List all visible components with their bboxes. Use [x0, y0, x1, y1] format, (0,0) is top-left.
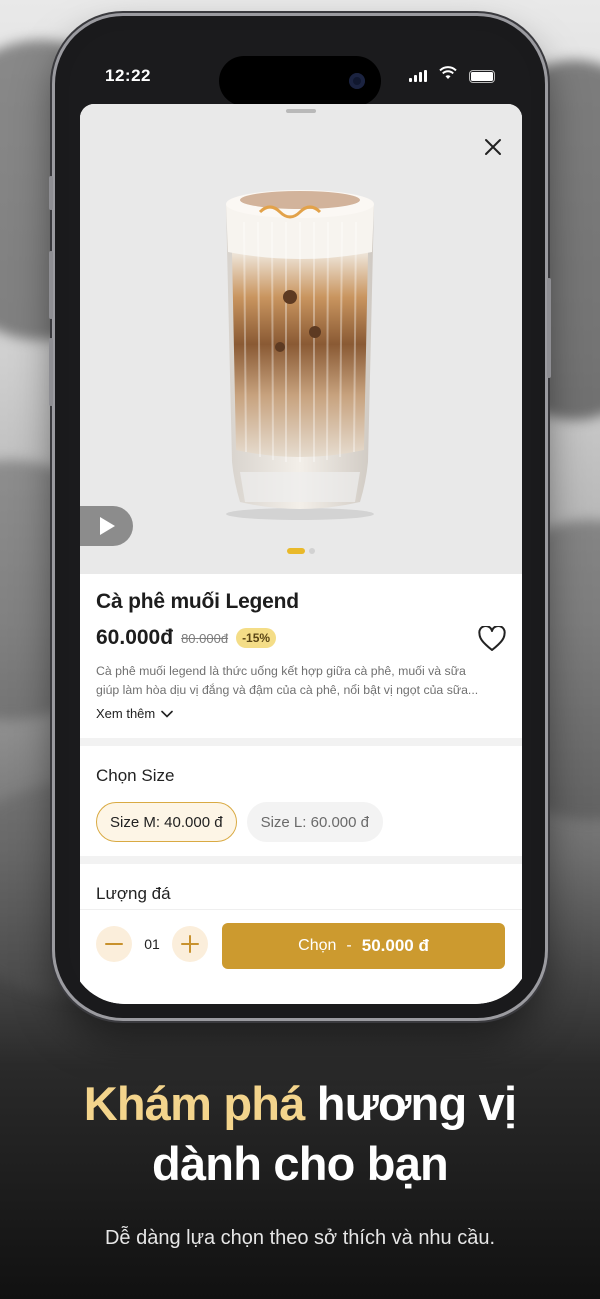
- headline-highlight: Khám phá: [83, 1077, 306, 1130]
- decrease-button[interactable]: [96, 926, 132, 962]
- play-video-button[interactable]: [80, 506, 133, 546]
- product-description: Cà phê muối legend là thức uống kết hợp …: [96, 662, 506, 700]
- marketing-subtitle: Dễ dàng lựa chọn theo sở thích và nhu cầ…: [104, 1227, 496, 1249]
- increase-button[interactable]: [172, 926, 208, 962]
- image-pagination: [80, 548, 522, 554]
- size-options: Size M: 40.000 đ Size L: 60.000 đ: [96, 802, 383, 842]
- description-line: Cà phê muối legend là thức uống kết hợp …: [96, 664, 466, 678]
- product-price: 60.000đ: [96, 626, 174, 649]
- sheet-grabber[interactable]: [286, 109, 316, 113]
- plus-icon: [181, 935, 199, 953]
- heart-icon[interactable]: [478, 626, 506, 652]
- size-section-title: Chọn Size: [96, 766, 175, 785]
- discount-badge: -15%: [236, 628, 277, 648]
- dynamic-island: [219, 56, 381, 106]
- product-sheet: Cà phê muối Legend 60.000đ 80.000đ -15% …: [80, 104, 522, 1004]
- see-more-link[interactable]: Xem thêm: [96, 706, 174, 721]
- product-image: [226, 190, 374, 520]
- status-time: 12:22: [105, 66, 151, 85]
- play-icon: [99, 517, 115, 535]
- minus-icon: [105, 943, 123, 945]
- phone-screen: 12:22 Cà phê muối Legend 60.000đ 80.000đ…: [69, 30, 531, 1004]
- headline-rest: hương vị: [304, 1077, 517, 1130]
- add-button-label: Chọn: [298, 937, 337, 954]
- close-icon: [485, 139, 501, 155]
- price-row: 60.000đ 80.000đ -15%: [96, 626, 277, 650]
- status-bar: 12:22: [69, 30, 531, 110]
- order-bar: 01 Chọn - 50.000 đ: [80, 909, 522, 1004]
- size-option-m[interactable]: Size M: 40.000 đ: [96, 802, 237, 842]
- wifi-icon: [439, 66, 457, 79]
- headline-line2: dành cho bạn: [152, 1137, 449, 1190]
- quantity-value: 01: [144, 936, 160, 952]
- section-divider: [80, 856, 522, 864]
- see-more-label: Xem thêm: [96, 706, 156, 721]
- product-name: Cà phê muối Legend: [96, 590, 299, 613]
- marketing-headline: Khám phá hương vị dành cho bạn: [0, 1074, 600, 1194]
- pagination-dot-active[interactable]: [287, 548, 305, 554]
- section-divider: [80, 738, 522, 746]
- quantity-stepper: 01: [96, 926, 208, 962]
- add-button-amount: 50.000 đ: [361, 936, 429, 955]
- product-image-area: [80, 104, 522, 574]
- chevron-down-icon: [161, 710, 174, 718]
- ice-section-title: Lượng đá: [96, 884, 171, 903]
- description-line: giúp làm hòa dịu vị đắng và đậm của cà p…: [96, 683, 479, 697]
- add-button-separator: -: [346, 937, 352, 954]
- signal-icon: [409, 70, 427, 82]
- product-old-price: 80.000đ: [181, 630, 229, 646]
- size-option-l[interactable]: Size L: 60.000 đ: [246, 802, 383, 842]
- pagination-dot[interactable]: [309, 548, 315, 554]
- battery-icon: [469, 70, 495, 83]
- camera-icon: [349, 73, 365, 89]
- add-to-order-button[interactable]: Chọn - 50.000 đ: [222, 923, 505, 969]
- product-info: Cà phê muối Legend 60.000đ 80.000đ -15% …: [96, 590, 506, 721]
- phone-frame: 12:22 Cà phê muối Legend 60.000đ 80.000đ…: [49, 16, 551, 1018]
- close-button[interactable]: [480, 134, 506, 160]
